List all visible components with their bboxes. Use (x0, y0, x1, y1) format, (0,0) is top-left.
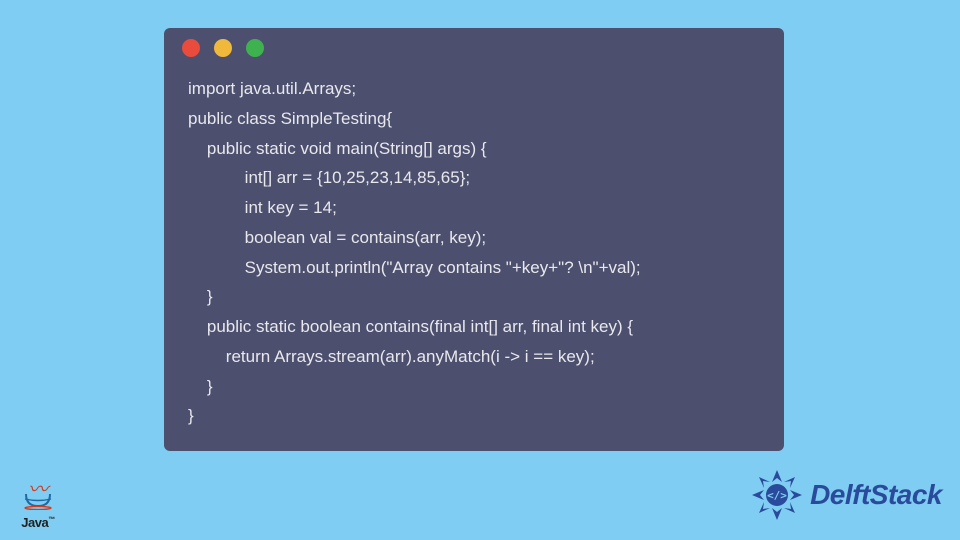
delftstack-logo: </> DelftStack (750, 468, 942, 522)
svg-text:</>: </> (767, 489, 787, 502)
minimize-icon (214, 39, 232, 57)
code-window: import java.util.Arrays; public class Si… (164, 28, 784, 451)
window-titlebar (164, 28, 784, 68)
java-logo-text: Java™ (14, 515, 62, 530)
close-icon (182, 39, 200, 57)
java-logo: 〰 Java™ (14, 484, 62, 530)
code-block: import java.util.Arrays; public class Si… (164, 68, 784, 431)
cup-icon (23, 492, 53, 510)
delftstack-icon: </> (750, 468, 804, 522)
delftstack-text: DelftStack (810, 479, 942, 511)
maximize-icon (246, 39, 264, 57)
